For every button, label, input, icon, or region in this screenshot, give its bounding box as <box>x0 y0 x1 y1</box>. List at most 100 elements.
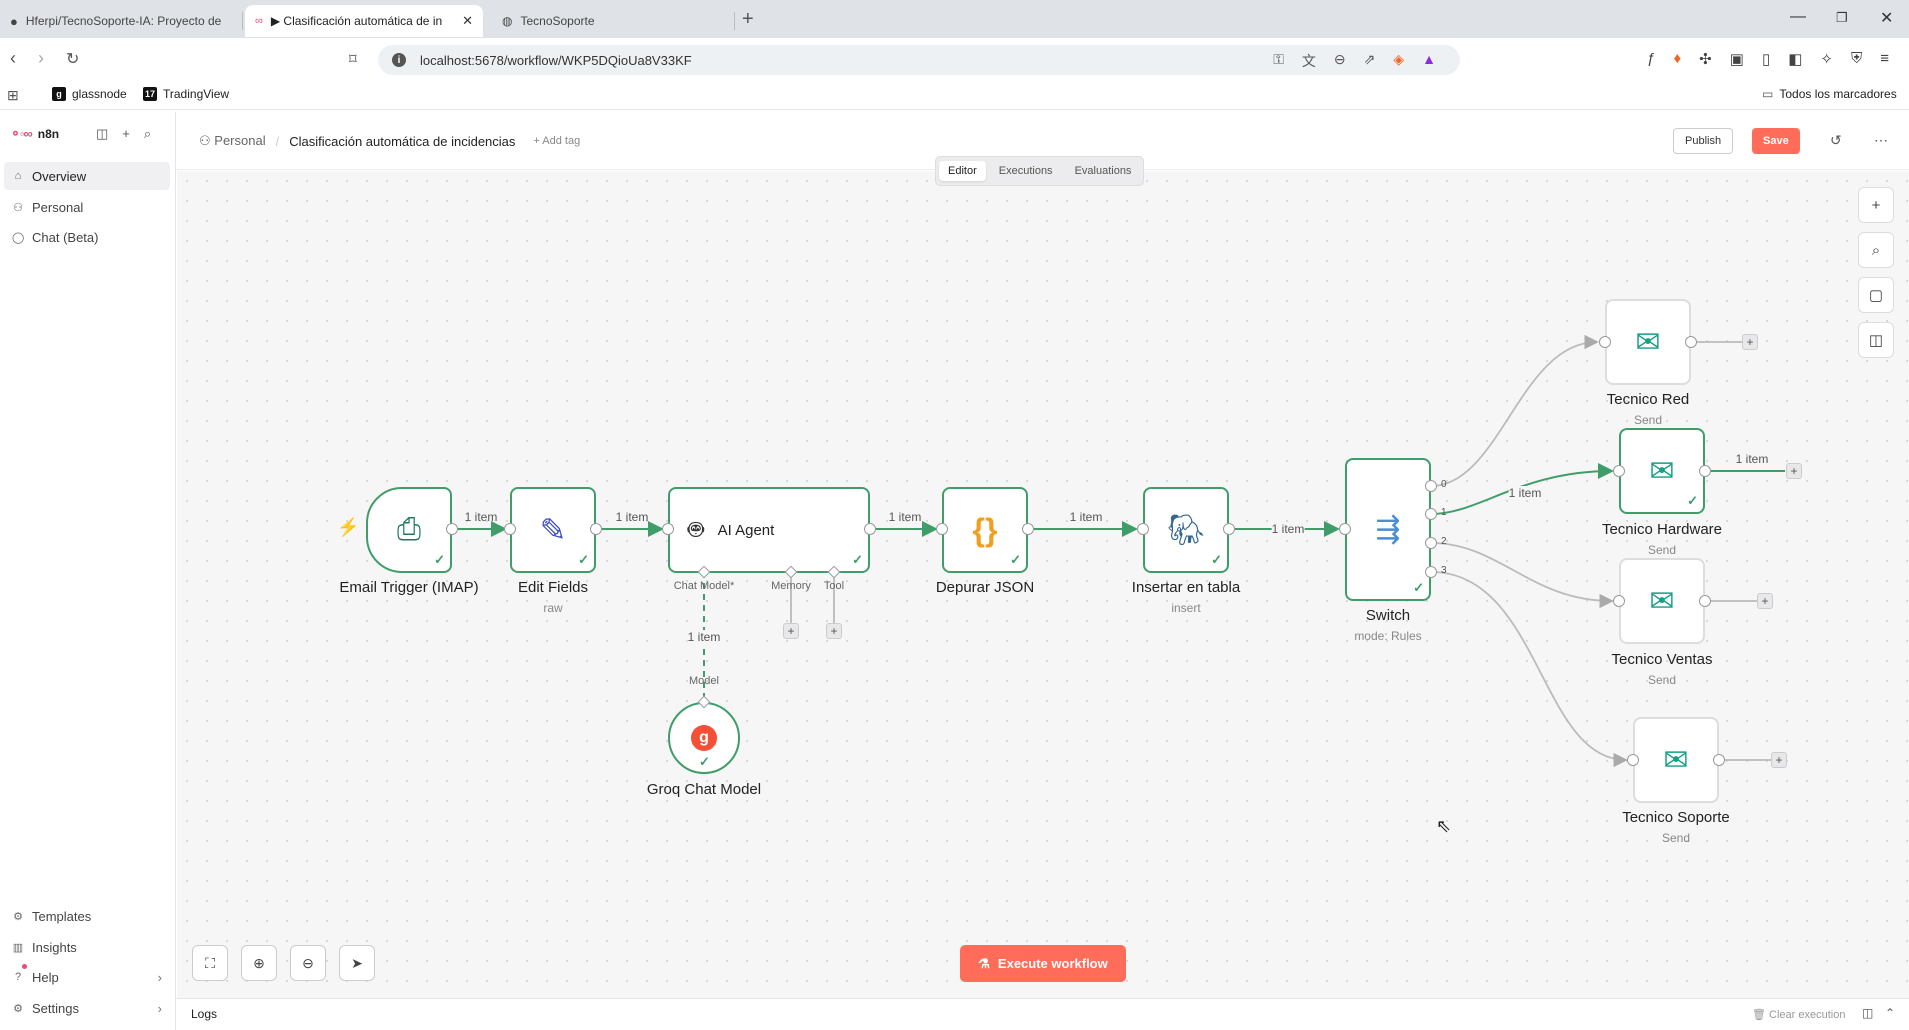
add-next-node-button[interactable]: + <box>1742 334 1758 350</box>
node-ai-agent[interactable]: 🤖︎ AI Agent ✓ <box>668 487 870 573</box>
node-label: AI Agent <box>717 521 775 539</box>
node-subtitle: insert <box>1171 601 1201 615</box>
edge-item-count: 1 item <box>888 510 922 524</box>
add-node-icon[interactable]: + <box>1858 187 1894 223</box>
node-label: Tecnico Ventas <box>1611 651 1713 668</box>
node-edit-fields[interactable]: ✎ ✓ <box>510 487 596 573</box>
input-label-tool: Tool <box>823 580 845 592</box>
output-port[interactable] <box>590 523 602 535</box>
edge-item-count: 1 item <box>1069 510 1103 524</box>
output-port[interactable] <box>446 523 458 535</box>
node-email-trigger[interactable]: ⎙ ✓ <box>366 487 452 573</box>
node-subtitle: Send <box>1661 831 1691 845</box>
output-port[interactable] <box>1699 465 1711 477</box>
robot-icon: 🤖︎ <box>688 513 704 544</box>
flask-icon: ⚗ <box>978 955 990 971</box>
zoom-in-icon[interactable]: ⊕ <box>241 945 277 981</box>
node-insertar-tabla[interactable]: 🐘︎ ✓ <box>1143 487 1229 573</box>
input-port[interactable] <box>1137 523 1149 535</box>
inbox-icon: ⎙ <box>397 513 421 546</box>
panel-toggle-icon[interactable]: ◫ <box>1858 322 1894 358</box>
input-port[interactable] <box>1627 754 1639 766</box>
node-subtitle: Send <box>1647 543 1677 557</box>
envelope-icon: ✉ <box>1635 325 1661 359</box>
input-label-memory: Memory <box>771 580 811 592</box>
fit-view-icon[interactable]: ⛶ <box>192 945 228 981</box>
add-next-node-button[interactable]: + <box>1771 752 1787 768</box>
input-port[interactable] <box>1613 595 1625 607</box>
node-tecnico-red[interactable]: ✉ <box>1605 299 1691 385</box>
output-port[interactable] <box>1022 523 1034 535</box>
mouse-cursor-icon: ⇖ <box>1436 816 1452 836</box>
success-check-icon: ✓ <box>578 552 589 567</box>
success-check-icon: ✓ <box>1211 552 1222 567</box>
code-braces-icon: {} <box>972 511 998 548</box>
input-port[interactable] <box>662 523 674 535</box>
output-port[interactable] <box>1425 508 1437 520</box>
edge-item-count: 1 item <box>1735 452 1769 466</box>
switch-output-3: 3 <box>1441 565 1447 576</box>
node-label: Insertar en tabla <box>1131 579 1241 596</box>
node-label: Groq Chat Model <box>646 781 762 798</box>
add-next-node-button[interactable]: + <box>1757 593 1773 609</box>
add-next-node-button[interactable]: + <box>1786 463 1802 479</box>
input-port[interactable] <box>936 523 948 535</box>
node-tecnico-soporte[interactable]: ✉ <box>1633 717 1719 803</box>
pencil-icon: ✎ <box>539 512 567 548</box>
node-label: Email Trigger (IMAP) <box>339 579 479 596</box>
canvas-search-icon[interactable]: ⌕ <box>1858 232 1894 268</box>
node-label: Edit Fields <box>517 579 589 596</box>
edge-item-count: 1 item <box>687 630 721 644</box>
node-label: Tecnico Soporte <box>1622 809 1730 826</box>
node-groq-chat-model[interactable]: g ✓ <box>668 702 740 774</box>
node-tecnico-hardware[interactable]: ✉ ✓ <box>1619 428 1705 514</box>
groq-logo-icon: g <box>691 725 717 751</box>
output-port[interactable] <box>864 523 876 535</box>
output-port[interactable] <box>1699 595 1711 607</box>
node-tecnico-ventas[interactable]: ✉ <box>1619 558 1705 644</box>
add-tool-button[interactable]: + <box>826 623 842 639</box>
tidy-up-icon[interactable]: ➤ <box>339 945 375 981</box>
node-switch[interactable]: ⇶ ✓ <box>1345 458 1431 601</box>
node-label: Tecnico Red <box>1606 391 1690 408</box>
sticky-note-icon[interactable]: ▢ <box>1858 277 1894 313</box>
zoom-out-icon[interactable]: ⊖ <box>290 945 326 981</box>
postgres-elephant-icon: 🐘︎ <box>1166 513 1206 547</box>
output-port[interactable] <box>1685 336 1697 348</box>
tab-evaluations[interactable]: Evaluations <box>1066 161 1141 181</box>
edge-switch-ventas <box>1430 542 1614 609</box>
edge-switch-red <box>1430 334 1599 487</box>
output-port[interactable] <box>1713 754 1725 766</box>
success-check-icon: ✓ <box>699 754 710 769</box>
input-port[interactable] <box>1599 336 1611 348</box>
tab-editor[interactable]: Editor <box>939 161 986 181</box>
output-port[interactable] <box>1425 480 1437 492</box>
node-subtitle: mode: Rules <box>1354 629 1422 643</box>
node-depurar-json[interactable]: {} ✓ <box>942 487 1028 573</box>
success-check-icon: ✓ <box>1413 580 1424 595</box>
node-label: Switch <box>1365 607 1411 624</box>
input-label-chat-model: Chat Model* <box>673 580 735 592</box>
node-subtitle: Send <box>1633 413 1663 427</box>
switch-output-0: 0 <box>1441 479 1447 490</box>
input-port[interactable] <box>1613 465 1625 477</box>
model-label: Model <box>689 675 719 687</box>
envelope-icon: ✉ <box>1649 454 1675 488</box>
output-port[interactable] <box>1425 566 1437 578</box>
trigger-bolt-icon: ⚡ <box>337 517 360 537</box>
tab-executions[interactable]: Executions <box>990 161 1062 181</box>
output-port[interactable] <box>1223 523 1235 535</box>
edge-item-count: 1 item <box>1271 522 1305 536</box>
success-check-icon: ✓ <box>1010 552 1021 567</box>
switch-output-2: 2 <box>1441 536 1447 547</box>
edge-item-count: 1 item <box>615 510 649 524</box>
output-port[interactable] <box>1425 537 1437 549</box>
input-port[interactable] <box>1339 523 1351 535</box>
input-port[interactable] <box>504 523 516 535</box>
success-check-icon: ✓ <box>1687 493 1698 508</box>
add-memory-button[interactable]: + <box>783 623 799 639</box>
success-check-icon: ✓ <box>852 552 863 567</box>
execute-workflow-button[interactable]: ⚗ Execute workflow <box>960 945 1126 982</box>
node-label: Depurar JSON <box>935 579 1035 596</box>
edge-item-count: 1 item <box>1508 486 1542 500</box>
